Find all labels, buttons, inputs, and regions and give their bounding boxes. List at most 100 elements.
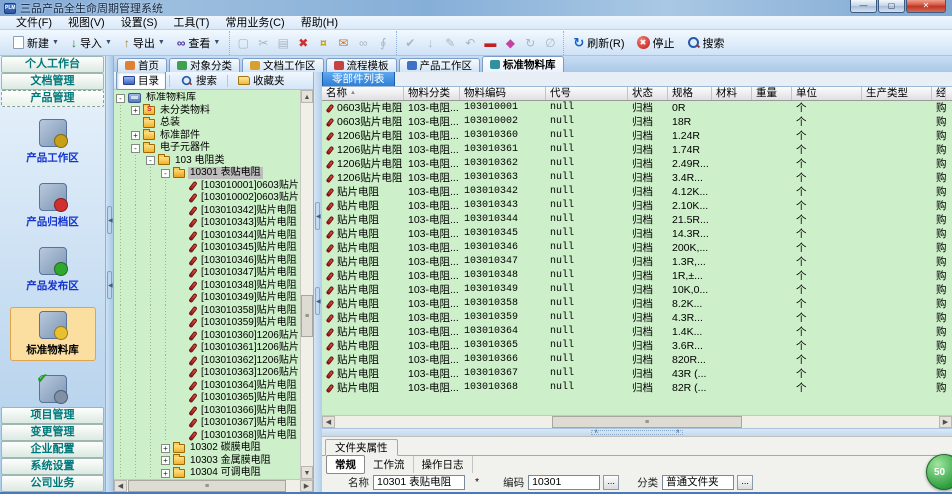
expand-icon[interactable]: + bbox=[131, 106, 140, 115]
tree-node[interactable]: +10304 可调电阻 bbox=[116, 467, 299, 479]
scroll-up-icon[interactable]: ▲ bbox=[301, 90, 313, 103]
collapse-icon[interactable]: - bbox=[131, 144, 140, 153]
table-row[interactable]: 1206贴片电阻103-电阻...103010363null归档3.4R...个… bbox=[322, 171, 952, 185]
table-row[interactable]: 1206贴片电阻103-电阻...103010360null归档1.24R个购 bbox=[322, 129, 952, 143]
column-header-11[interactable]: 经 bbox=[932, 87, 946, 100]
collapse-icon[interactable]: - bbox=[161, 169, 170, 178]
tree-node[interactable]: +[103010359]贴片电阻 bbox=[116, 317, 299, 330]
name-field[interactable]: 10301 表贴电阻 bbox=[373, 475, 465, 490]
column-header-10[interactable]: 生产类型 bbox=[862, 87, 932, 100]
folder-properties-tab[interactable]: 文件夹属性 bbox=[325, 439, 398, 456]
collapse-left-icon[interactable]: ◀ bbox=[107, 271, 112, 299]
tree-node[interactable]: -10301 表贴电阻 bbox=[116, 167, 299, 180]
scroll-thumb[interactable]: ≡ bbox=[552, 416, 742, 428]
tree-node[interactable]: +[103010345]贴片电阻 bbox=[116, 242, 299, 255]
subtab-general[interactable]: 常规 bbox=[326, 455, 365, 474]
code-browse-button[interactable]: ... bbox=[603, 475, 619, 490]
table-row[interactable]: 贴片电阻103-电阻...103010349null归档10K,0...个购 bbox=[322, 283, 952, 297]
tree-horizontal-scrollbar[interactable]: ◀ ▶ ≡ bbox=[114, 479, 313, 492]
column-header-8[interactable]: 重量 bbox=[752, 87, 792, 100]
subtab-operation-log[interactable]: 操作日志 bbox=[414, 456, 473, 473]
sidebar-group-project-management[interactable]: 项目管理 bbox=[1, 407, 104, 424]
menu-item[interactable]: 设置(S) bbox=[113, 16, 166, 30]
view-button[interactable]: ∞查看▼ bbox=[171, 32, 227, 54]
checkin-icon[interactable]: ✔ bbox=[400, 34, 420, 52]
new-button[interactable]: 新建▼ bbox=[7, 32, 65, 54]
collapse-left-icon[interactable]: ◀ bbox=[315, 202, 320, 230]
table-row[interactable]: 贴片电阻103-电阻...103010346null归档200K,...个购 bbox=[322, 241, 952, 255]
minimize-button[interactable]: — bbox=[850, 0, 877, 13]
tab-flow-template[interactable]: 流程模板 bbox=[326, 58, 397, 72]
sidebar-group-enterprise-config[interactable]: 企业配置 bbox=[1, 441, 104, 458]
table-row[interactable]: 贴片电阻103-电阻...103010367null归档43R (...个购 bbox=[322, 367, 952, 381]
table-row[interactable]: 贴片电阻103-电阻...103010365null归档3.6R...个购 bbox=[322, 339, 952, 353]
table-row[interactable]: 0603贴片电阻103-电阻...103010002null归档18R个购 bbox=[322, 115, 952, 129]
link-icon[interactable]: ∞ bbox=[353, 34, 373, 52]
scroll-right-icon[interactable]: ▶ bbox=[300, 480, 313, 492]
column-header-3[interactable]: 物料编码 bbox=[460, 87, 546, 100]
note-icon[interactable]: ✉ bbox=[333, 34, 353, 52]
column-header-4[interactable]: 代号 bbox=[546, 87, 628, 100]
scroll-thumb[interactable]: ≡ bbox=[301, 295, 313, 337]
sidebar-item-product-release[interactable]: 产品发布区 bbox=[10, 243, 96, 297]
scroll-thumb[interactable]: ≡ bbox=[128, 480, 286, 492]
sidebar-group-company-business[interactable]: 公司业务 bbox=[1, 475, 104, 492]
tree-node[interactable]: +10302 碳膜电阻 bbox=[116, 442, 299, 455]
menu-item[interactable]: 视图(V) bbox=[60, 16, 113, 30]
menu-item[interactable]: 文件(F) bbox=[8, 16, 60, 30]
tree-node[interactable]: -103 电阻类 bbox=[116, 155, 299, 168]
tree-node[interactable]: +[103010360]1206贴片电阻 bbox=[116, 330, 299, 343]
tree-node[interactable]: +标准部件 bbox=[116, 130, 299, 143]
favorites-button[interactable]: 收藏夹 bbox=[231, 72, 292, 90]
menu-item[interactable]: 常用业务(C) bbox=[217, 16, 292, 30]
collapse-left-icon[interactable]: ◀ bbox=[315, 287, 320, 315]
expand-icon[interactable]: + bbox=[161, 444, 170, 453]
tree-node[interactable]: +[103010346]贴片电阻 bbox=[116, 255, 299, 268]
close-button[interactable]: ✕ bbox=[906, 0, 946, 13]
tree-node[interactable]: +[103010367]贴片电阻 bbox=[116, 417, 299, 430]
sync-icon[interactable]: ↻ bbox=[520, 34, 540, 52]
import-button[interactable]: ↓导入▼ bbox=[65, 32, 118, 54]
expand-icon[interactable]: + bbox=[161, 469, 170, 478]
sidebar-group-system-settings[interactable]: 系统设置 bbox=[1, 458, 104, 475]
maximize-button[interactable]: ▢ bbox=[878, 0, 905, 13]
collapse-icon[interactable]: - bbox=[116, 94, 125, 103]
tree-node[interactable]: +[103010001]0603贴片电阻 bbox=[116, 180, 299, 193]
paste-icon[interactable]: ▤ bbox=[273, 34, 293, 52]
expand-icon[interactable]: + bbox=[161, 456, 170, 465]
tree-node[interactable]: +[103010368]贴片电阻 bbox=[116, 430, 299, 443]
tree-node[interactable]: +[103010348]贴片电阻 bbox=[116, 280, 299, 293]
table-row[interactable]: 贴片电阻103-电阻...103010368null归档82R (...个购 bbox=[322, 381, 952, 395]
tree-node[interactable]: +[103010349]贴片电阻 bbox=[116, 292, 299, 305]
table-row[interactable]: 贴片电阻103-电阻...103010364null归档1.4K...个购 bbox=[322, 325, 952, 339]
table-row[interactable]: 贴片电阻103-电阻...103010344null归档21.5R...个购 bbox=[322, 213, 952, 227]
column-header-7[interactable]: 材料 bbox=[712, 87, 752, 100]
menu-item[interactable]: 帮助(H) bbox=[293, 16, 346, 30]
table-row[interactable]: 贴片电阻103-电阻...103010343null归档2.10K...个购 bbox=[322, 199, 952, 213]
tree-node[interactable]: -电子元器件 bbox=[116, 142, 299, 155]
table-row[interactable]: 0603贴片电阻103-电阻...103010001null归档0R个购 bbox=[322, 101, 952, 115]
search-button[interactable]: 搜索 bbox=[681, 32, 731, 54]
column-header-1[interactable]: 名称▲ bbox=[322, 87, 404, 100]
scroll-left-icon[interactable]: ◀ bbox=[322, 416, 335, 428]
sidebar-item-material-request[interactable]: 物料申请 bbox=[10, 371, 96, 407]
tree-node[interactable]: +[103010362]1206贴片电阻 bbox=[116, 355, 299, 368]
tree-node[interactable]: +未分类物料 bbox=[116, 105, 299, 118]
tree-node[interactable]: +[103010365]贴片电阻 bbox=[116, 392, 299, 405]
table-row[interactable]: 贴片电阻103-电阻...103010342null归档4.12K...个购 bbox=[322, 185, 952, 199]
table-row[interactable]: 贴片电阻103-电阻...103010347null归档1.3R,...个购 bbox=[322, 255, 952, 269]
tree-node[interactable]: +[103010363]1206贴片电阻 bbox=[116, 367, 299, 380]
table-row[interactable]: 1206贴片电阻103-电阻...103010362null归档2.49R...… bbox=[322, 157, 952, 171]
table-row[interactable]: 贴片电阻103-电阻...103010366null归档820R...个购 bbox=[322, 353, 952, 367]
cancel-icon[interactable]: ∅ bbox=[540, 34, 560, 52]
brush-icon[interactable]: ◆ bbox=[500, 34, 520, 52]
tab-home[interactable]: 首页 bbox=[117, 58, 167, 72]
sidebar-item-standard-material-library[interactable]: 标准物料库 bbox=[10, 307, 96, 361]
tree-node[interactable]: +[103010344]贴片电阻 bbox=[116, 230, 299, 243]
attach-icon[interactable]: ∮ bbox=[373, 34, 393, 52]
tree-node[interactable]: +[103010358]贴片电阻 bbox=[116, 305, 299, 318]
table-horizontal-scrollbar[interactable]: ◀ ▶ ≡ bbox=[322, 415, 952, 428]
tree-vertical-scrollbar[interactable]: ▲ ≡ ▼ bbox=[300, 90, 313, 479]
key-icon[interactable]: ¤ bbox=[313, 34, 333, 52]
sidebar-group-product-management[interactable]: 产品管理 bbox=[1, 90, 104, 107]
